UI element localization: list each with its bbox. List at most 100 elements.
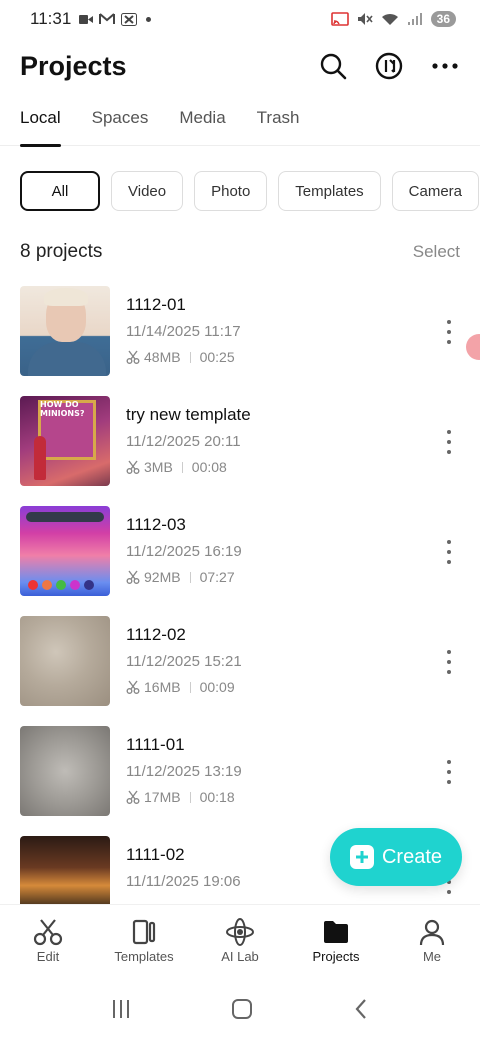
project-row[interactable]: 1112-02 11/12/2025 15:21 16MB 00:09 bbox=[20, 616, 460, 726]
project-duration: 00:25 bbox=[199, 349, 235, 365]
project-duration: 07:27 bbox=[199, 569, 235, 585]
project-row[interactable]: HOW DO MINIONS? try new template 11/12/2… bbox=[20, 396, 460, 506]
nav-ai-lab[interactable]: AI Lab bbox=[192, 905, 288, 974]
divider bbox=[189, 351, 191, 363]
create-button[interactable]: Create bbox=[330, 828, 462, 886]
divider bbox=[189, 681, 191, 693]
scissors-icon bbox=[33, 919, 63, 946]
status-bar-left: 11:31 bbox=[30, 9, 152, 29]
tab-bar: Local Spaces Media Trash bbox=[0, 100, 480, 147]
project-info: 1112-02 11/12/2025 15:21 16MB 00:09 bbox=[126, 616, 460, 695]
floating-edge-bubble[interactable] bbox=[466, 334, 480, 360]
project-count-row: 8 projects Select bbox=[20, 238, 460, 266]
scissors-icon bbox=[126, 460, 140, 474]
bottom-nav: Edit Templates AI Lab Projects Me bbox=[0, 904, 480, 974]
x-icon bbox=[121, 12, 138, 26]
project-date: 11/12/2025 15:21 bbox=[126, 653, 242, 670]
project-name: try new template bbox=[126, 405, 251, 424]
project-more-button[interactable] bbox=[444, 650, 454, 674]
divider bbox=[189, 571, 191, 583]
project-row[interactable]: 1112-01 11/14/2025 11:17 48MB 00:25 bbox=[20, 286, 460, 396]
project-row[interactable]: 1112-03 11/12/2025 16:19 92MB 07:27 bbox=[20, 506, 460, 616]
cast-icon bbox=[330, 12, 349, 26]
project-name: 1112-02 bbox=[126, 625, 186, 644]
project-list: 1112-01 11/14/2025 11:17 48MB 00:25 HOW … bbox=[20, 286, 460, 904]
project-name: 1112-03 bbox=[126, 515, 186, 534]
select-button[interactable]: Select bbox=[413, 242, 460, 262]
project-more-button[interactable] bbox=[444, 540, 454, 564]
project-meta: 48MB 00:25 bbox=[126, 349, 460, 365]
scissors-icon bbox=[126, 680, 140, 694]
nav-me[interactable]: Me bbox=[384, 905, 480, 974]
project-duration: 00:18 bbox=[199, 789, 235, 805]
project-meta: 92MB 07:27 bbox=[126, 569, 460, 585]
project-size: 17MB bbox=[144, 789, 181, 805]
folder-icon bbox=[324, 921, 348, 943]
system-nav-bar bbox=[0, 984, 480, 1034]
filter-chip-camera[interactable]: Camera bbox=[391, 171, 480, 211]
project-more-button[interactable] bbox=[444, 430, 454, 454]
project-count: 8 projects bbox=[20, 241, 103, 262]
search-button[interactable] bbox=[318, 51, 348, 81]
home-icon[interactable] bbox=[230, 997, 254, 1021]
mute-icon bbox=[357, 13, 373, 25]
project-meta: 3MB 00:08 bbox=[126, 459, 460, 475]
tab-spaces[interactable]: Spaces bbox=[92, 100, 149, 146]
search-icon bbox=[320, 53, 347, 80]
project-info: try new template 11/12/2025 20:11 3MB 00… bbox=[126, 396, 460, 475]
nav-label: AI Lab bbox=[221, 949, 259, 964]
header: Projects bbox=[0, 38, 480, 94]
filter-chip-photo[interactable]: Photo bbox=[194, 171, 268, 211]
video-icon bbox=[79, 14, 94, 24]
project-size: 48MB bbox=[144, 349, 181, 365]
project-thumbnail[interactable] bbox=[20, 836, 110, 904]
project-size: 16MB bbox=[144, 679, 181, 695]
templates-icon bbox=[132, 919, 156, 945]
project-info: 1112-01 11/14/2025 11:17 48MB 00:25 bbox=[126, 286, 460, 365]
status-time: 11:31 bbox=[30, 9, 72, 28]
project-more-button[interactable] bbox=[444, 760, 454, 784]
wifi-icon bbox=[381, 13, 398, 25]
nav-templates[interactable]: Templates bbox=[96, 905, 192, 974]
nav-label: Projects bbox=[312, 949, 360, 964]
nav-projects[interactable]: Projects bbox=[288, 905, 384, 974]
back-icon[interactable] bbox=[351, 997, 371, 1021]
create-label: Create bbox=[381, 845, 443, 868]
project-thumbnail[interactable] bbox=[20, 286, 110, 376]
filter-chip-video[interactable]: Video bbox=[111, 171, 184, 211]
status-bar-right: 36 bbox=[330, 11, 456, 27]
tab-media[interactable]: Media bbox=[179, 100, 225, 146]
project-meta: 16MB 00:09 bbox=[126, 679, 460, 695]
tab-trash[interactable]: Trash bbox=[257, 100, 300, 146]
thumbnail-caption: HOW DO MINIONS? bbox=[40, 400, 85, 418]
status-notification-icons bbox=[79, 12, 152, 26]
recents-icon[interactable] bbox=[109, 998, 133, 1020]
nav-edit[interactable]: Edit bbox=[0, 905, 96, 974]
nav-label: Me bbox=[422, 949, 442, 964]
project-duration: 00:08 bbox=[191, 459, 227, 475]
more-options-button[interactable] bbox=[430, 51, 460, 81]
scissors-icon bbox=[126, 350, 140, 364]
battery-indicator: 36 bbox=[430, 11, 456, 27]
project-meta: 17MB 00:18 bbox=[126, 789, 460, 805]
sort-button[interactable] bbox=[374, 51, 404, 81]
project-size: 3MB bbox=[144, 459, 173, 475]
status-bar: 11:31 36 bbox=[0, 0, 480, 38]
project-info: 1112-03 11/12/2025 16:19 92MB 07:27 bbox=[126, 506, 460, 585]
tab-local[interactable]: Local bbox=[20, 100, 61, 147]
filter-chip-all[interactable]: All bbox=[20, 171, 100, 211]
project-thumbnail[interactable]: HOW DO MINIONS? bbox=[20, 396, 110, 486]
nav-label: Templates bbox=[114, 949, 174, 964]
sort-icon bbox=[375, 52, 403, 80]
project-name: 1111-01 bbox=[126, 735, 185, 754]
dot-icon bbox=[146, 16, 152, 22]
project-thumbnail[interactable] bbox=[20, 506, 110, 596]
filter-chip-templates[interactable]: Templates bbox=[278, 171, 381, 211]
project-date: 11/12/2025 20:11 bbox=[126, 433, 241, 450]
project-thumbnail[interactable] bbox=[20, 726, 110, 816]
project-thumbnail[interactable] bbox=[20, 616, 110, 706]
scissors-icon bbox=[126, 570, 140, 584]
project-row[interactable]: 1111-01 11/12/2025 13:19 17MB 00:18 bbox=[20, 726, 460, 836]
project-date: 11/12/2025 16:19 bbox=[126, 543, 242, 560]
project-more-button[interactable] bbox=[444, 320, 454, 344]
